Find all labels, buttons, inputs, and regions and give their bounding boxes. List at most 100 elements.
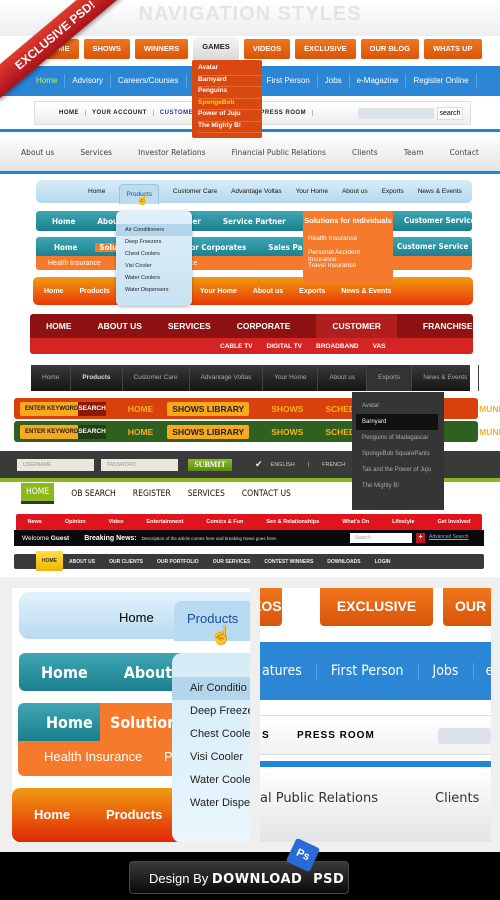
orange-tab[interactable]: VIDEOS [243, 38, 291, 59]
nav-link[interactable]: SHOWS [271, 427, 303, 437]
solutions-dropdown-item[interactable]: Travel Insurance [308, 262, 388, 276]
zoom-dropdown-item[interactable]: Water Coole [172, 769, 250, 792]
orange-tab[interactable]: OUR BLOG [360, 38, 420, 59]
blue-nav-item[interactable]: Careers/Courses [111, 74, 187, 88]
red-nav-item[interactable]: CORPORATE [237, 321, 291, 331]
yellow-nav-item[interactable]: CONTEST WINNERS [264, 559, 313, 565]
lightblue-nav-item[interactable]: About us [342, 188, 368, 195]
nav-item[interactable]: Home [41, 663, 88, 682]
news-nav-item[interactable]: Video [109, 519, 124, 525]
red-nav-item[interactable]: ABOUT US [98, 321, 142, 331]
red-sub-item[interactable]: DIGITAL TV [267, 343, 303, 350]
teal-nav-item[interactable]: Service Partner [219, 217, 290, 226]
red-sub-item[interactable]: BROADBAND [316, 343, 359, 350]
nav-item[interactable]: Health Insurance [44, 749, 142, 764]
red-nav-item[interactable]: SERVICES [168, 321, 211, 331]
orange-nav-item[interactable]: News & Events [341, 288, 391, 295]
dark-nav-item[interactable]: Customer Care [123, 365, 190, 391]
search-button[interactable]: search [437, 107, 463, 120]
products-dropdown-item[interactable]: Water Dispensers [116, 284, 192, 296]
orange-tab[interactable]: WINNERS [134, 38, 189, 59]
dark-nav-item[interactable]: About us [318, 365, 368, 391]
products-dropdown-item[interactable]: Air Conditioners [116, 224, 192, 236]
products-dropdown-item[interactable]: Water Coolers [116, 272, 192, 284]
nav-item[interactable]: al Public Relations [260, 791, 378, 806]
green-nav-item[interactable]: CONTACT US [242, 489, 291, 499]
teal-nav-item[interactable]: Sales Pa [264, 243, 306, 252]
green-nav-item[interactable]: REGISTER [133, 489, 171, 499]
dark-nav-item[interactable]: Your Home [263, 365, 319, 391]
dark-dropdown-item[interactable]: Avatar [352, 398, 444, 414]
nav-item[interactable]: Jobs [419, 663, 474, 679]
nav-item[interactable]: Home [46, 713, 93, 732]
username-input[interactable]: USERNAME [17, 458, 94, 471]
zoom-tab[interactable]: EXCLUSIVE [320, 588, 433, 626]
keyword-input[interactable]: ENTER KEYWORD [20, 401, 79, 416]
dark-nav-item[interactable]: Home [31, 365, 72, 391]
solutions-dropdown-item[interactable]: Personal Accident Insurance [308, 249, 388, 263]
orange-nav-item[interactable]: Products [79, 288, 109, 295]
news-nav-item[interactable]: Lifestyle [392, 519, 414, 525]
plus-button[interactable]: + [416, 533, 425, 543]
gray-nav-item[interactable]: About us [21, 148, 54, 157]
home-tab[interactable]: HOME [36, 551, 63, 571]
orange-nav-item[interactable]: Your Home [200, 288, 237, 295]
gray-nav-item[interactable]: Investor Relations [138, 148, 205, 157]
zoom-tab[interactable]: EOS [260, 588, 282, 626]
nav-item[interactable]: e-M [474, 663, 492, 679]
nav-link[interactable]: HOME [128, 404, 154, 414]
yellow-nav-item[interactable]: OUR PORTFOLIO [157, 559, 199, 565]
submit-button[interactable]: SUBMIT [188, 458, 232, 471]
lightblue-nav-item[interactable]: Customer Care [173, 188, 217, 195]
green-nav-item[interactable]: OB SEARCH [71, 489, 116, 499]
blue-nav-item[interactable]: e-Magazine [350, 74, 407, 88]
gray-nav-item[interactable]: Team [404, 148, 424, 157]
gray-nav-item[interactable]: Contact [450, 148, 479, 157]
red-nav-item[interactable]: FRANCHISEE [423, 321, 478, 331]
lightblue-nav-item[interactable]: Exports [382, 188, 404, 195]
news-nav-item[interactable]: Sex & Relationships [266, 519, 319, 525]
nav-link[interactable]: SHOWS LIBRARY [167, 401, 250, 416]
green-nav-item[interactable]: HOME [21, 483, 55, 504]
teal-nav-item[interactable]: Customer Service [404, 211, 475, 231]
gray-nav-item[interactable]: Financial Public Relations [232, 148, 326, 157]
lightblue-nav-item[interactable]: News & Events [418, 188, 462, 195]
nav-item[interactable]: Clients [435, 791, 479, 806]
teal-nav-item[interactable]: Home [48, 217, 79, 226]
design-by-badge[interactable]: Design By DOWNLOAD PSD [129, 861, 349, 894]
games-dropdown-item[interactable]: Power of Juju [198, 110, 262, 122]
zoom-pill-item[interactable]: Home [119, 610, 154, 625]
news-nav-item[interactable]: Opinion [65, 519, 86, 525]
orange-nav-item[interactable]: About us [253, 288, 283, 295]
blue-nav-item[interactable]: Advisory [65, 74, 112, 88]
search-input[interactable] [358, 108, 434, 119]
white-nav-item[interactable]: YOUR ACCOUNT [86, 110, 154, 116]
search-input[interactable] [438, 728, 491, 744]
products-dropdown-item[interactable]: Deep Freezers [116, 236, 192, 248]
solutions-individuals-tab[interactable]: Solutions for Individuals [303, 211, 393, 231]
orange-tab[interactable]: EXCLUSIVE [295, 38, 356, 59]
dark-dropdown-item[interactable]: Tak and the Power of Juju [352, 462, 444, 478]
lightblue-nav-item[interactable]: Home [88, 188, 105, 195]
nav-link[interactable]: SHOWS [271, 404, 303, 414]
orange-tab[interactable]: SHOWS [83, 38, 130, 59]
blue-nav-item[interactable]: Home [36, 74, 66, 88]
red-sub-item[interactable]: CABLE TV [220, 343, 253, 350]
dark-nav-item[interactable]: News & Events [412, 365, 480, 391]
english-link[interactable]: ENGLISH [271, 462, 295, 468]
dark-dropdown-item[interactable]: SpongeBob SquarePants [352, 446, 444, 462]
nav-item[interactable]: PRESS ROOM [297, 730, 375, 741]
advanced-search-link[interactable]: Advanced Search [429, 534, 468, 540]
search-button[interactable]: SEARCH [78, 424, 106, 439]
nav-item[interactable]: atures [260, 663, 317, 679]
orange-tab[interactable]: GAMES [193, 37, 239, 60]
games-dropdown-item[interactable]: SpongeBob [198, 99, 262, 110]
blue-nav-item[interactable]: Jobs [318, 74, 350, 88]
dark-dropdown-item[interactable]: The Mighty B! [352, 478, 444, 494]
games-dropdown-item[interactable]: Barnyard [198, 76, 262, 87]
search-input[interactable]: Search [350, 533, 412, 543]
yellow-nav-item[interactable]: OUR CLIENTS [109, 559, 143, 565]
lightblue-nav-item[interactable]: Your Home [296, 188, 328, 195]
nav-item[interactable]: S [262, 730, 270, 741]
teal-nav-item[interactable]: Customer Service [397, 237, 468, 257]
